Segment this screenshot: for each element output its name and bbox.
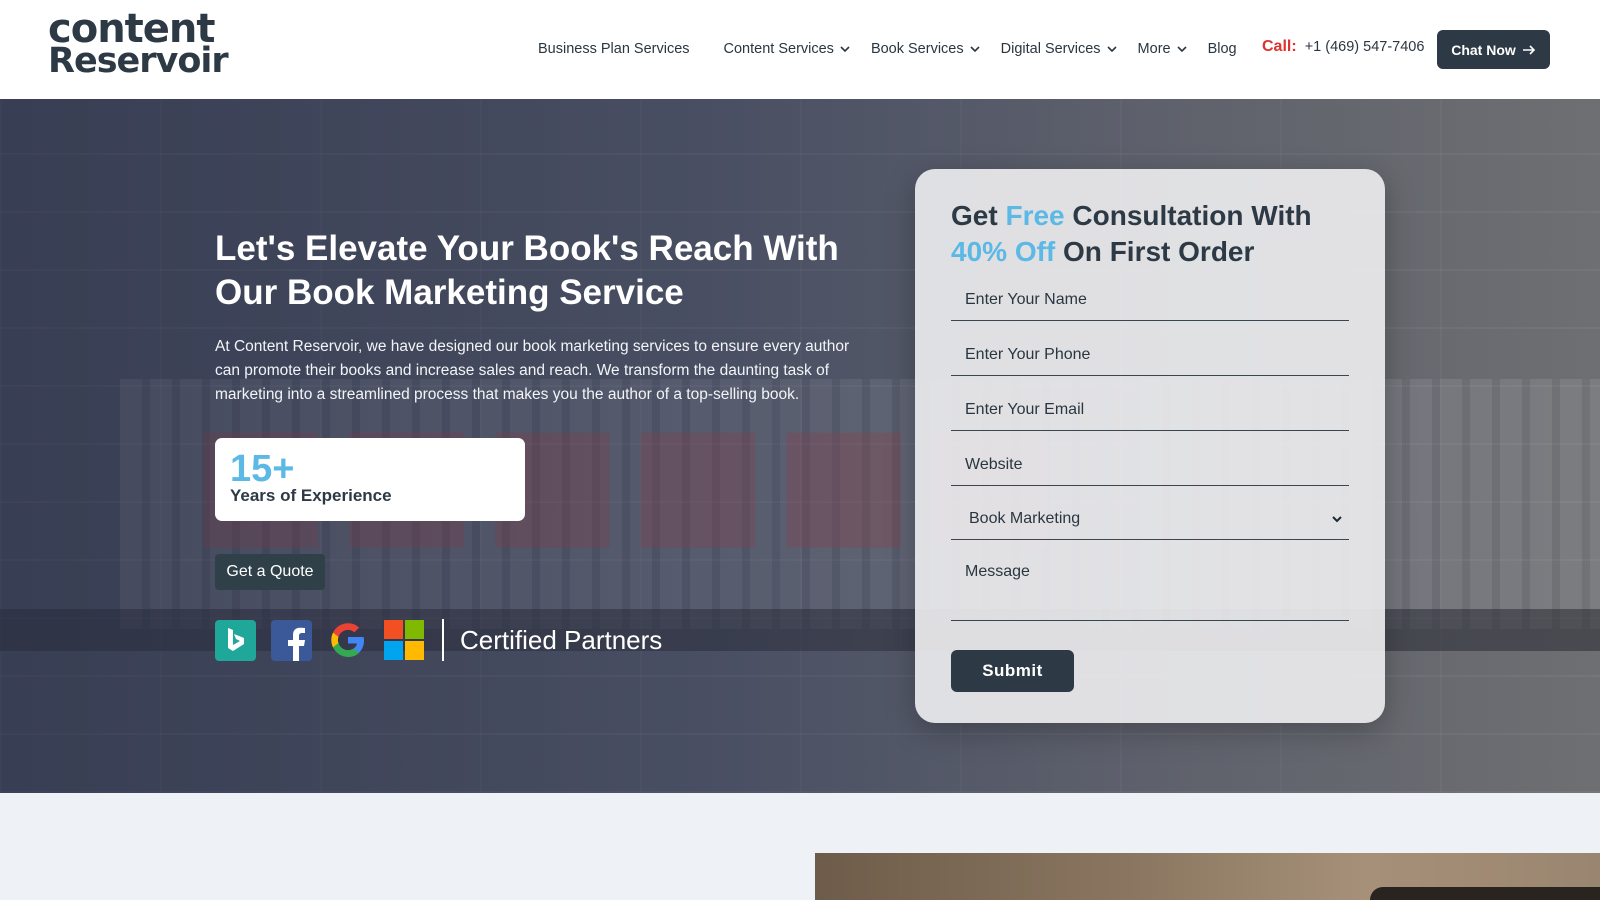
site-header: content Reservoir Business Plan Services… xyxy=(0,0,1600,99)
nav-item-blog[interactable]: Blog xyxy=(1208,41,1237,57)
hero-title: Let's Elevate Your Book's Reach With Our… xyxy=(215,229,839,312)
bing-icon xyxy=(215,619,256,661)
main-nav: Business Plan Services Content Services … xyxy=(538,38,1237,60)
nav-item-more[interactable]: More xyxy=(1138,41,1188,57)
phone-number[interactable]: +1 (469) 547-7406 xyxy=(1305,39,1425,55)
section-image-detail xyxy=(1370,887,1600,900)
form-title-part: Get xyxy=(951,200,1006,231)
call-label: Call: xyxy=(1262,38,1297,55)
arrow-right-icon xyxy=(1522,44,1536,56)
experience-card: 15+ Years of Experience xyxy=(215,438,525,521)
service-select-value: Book Marketing xyxy=(969,510,1081,527)
nav-item-digital-services[interactable]: Digital Services xyxy=(1001,41,1118,57)
microsoft-icon xyxy=(383,620,424,661)
name-field[interactable]: Enter Your Name xyxy=(951,280,1349,321)
experience-label: Years of Experience xyxy=(230,486,392,505)
logo-line-2: Reservoir xyxy=(48,41,229,81)
form-title-part: On First Order xyxy=(1055,236,1255,267)
nav-label: More xyxy=(1137,41,1171,57)
google-icon xyxy=(327,620,368,661)
chevron-down-icon xyxy=(1106,43,1118,55)
consultation-form: Get Free Consultation With 40% Off On Fi… xyxy=(915,169,1385,723)
experience-number: 15+ xyxy=(230,448,295,490)
facebook-icon xyxy=(271,619,312,661)
phone-field[interactable]: Enter Your Phone xyxy=(951,335,1349,376)
email-field[interactable]: Enter Your Email xyxy=(951,390,1349,431)
chevron-down-icon xyxy=(1176,43,1188,55)
nav-label: Digital Services xyxy=(1000,41,1101,57)
chevron-down-icon xyxy=(969,43,981,55)
certified-partners-label: Certified Partners xyxy=(460,624,663,655)
next-section xyxy=(0,793,1600,900)
call-info[interactable]: Call: +1 (469) 547-7406 xyxy=(1262,38,1424,56)
form-title-accent: 40% Off xyxy=(951,236,1056,267)
form-title-part: Consultation With xyxy=(1064,200,1312,231)
message-field[interactable]: Message xyxy=(951,551,1349,621)
nav-item-content-services[interactable]: Content Services xyxy=(724,41,851,57)
form-title-accent: Free xyxy=(1005,200,1065,231)
nav-item-book-services[interactable]: Book Services xyxy=(871,41,981,57)
certified-partners: Certified Partners xyxy=(215,619,662,661)
nav-label: Book Services xyxy=(870,41,964,57)
hero-description: At Content Reservoir, we have designed o… xyxy=(215,338,850,403)
get-quote-button[interactable]: Get a Quote xyxy=(215,554,325,590)
chevron-down-icon xyxy=(1331,513,1343,525)
submit-button[interactable]: Submit xyxy=(951,650,1074,692)
brand-logo[interactable]: content Reservoir xyxy=(48,9,229,82)
service-select[interactable]: Book Marketing xyxy=(951,499,1349,540)
chat-now-button[interactable]: Chat Now xyxy=(1437,30,1550,69)
chat-now-label: Chat Now xyxy=(1451,41,1516,58)
website-field[interactable]: Website xyxy=(951,445,1349,486)
chevron-down-icon xyxy=(839,43,851,55)
nav-label: Blog xyxy=(1207,41,1237,57)
hero-section: ■■■■■■ Let's Elevate Your Book's Reach W… xyxy=(0,99,1600,793)
form-title: Get Free Consultation With 40% Off On Fi… xyxy=(951,198,1361,270)
nav-item-business-plan[interactable]: Business Plan Services xyxy=(538,41,690,57)
nav-label: Business Plan Services xyxy=(538,41,690,57)
partners-divider xyxy=(442,619,444,661)
section-image xyxy=(815,853,1600,900)
nav-label: Content Services xyxy=(723,41,834,57)
